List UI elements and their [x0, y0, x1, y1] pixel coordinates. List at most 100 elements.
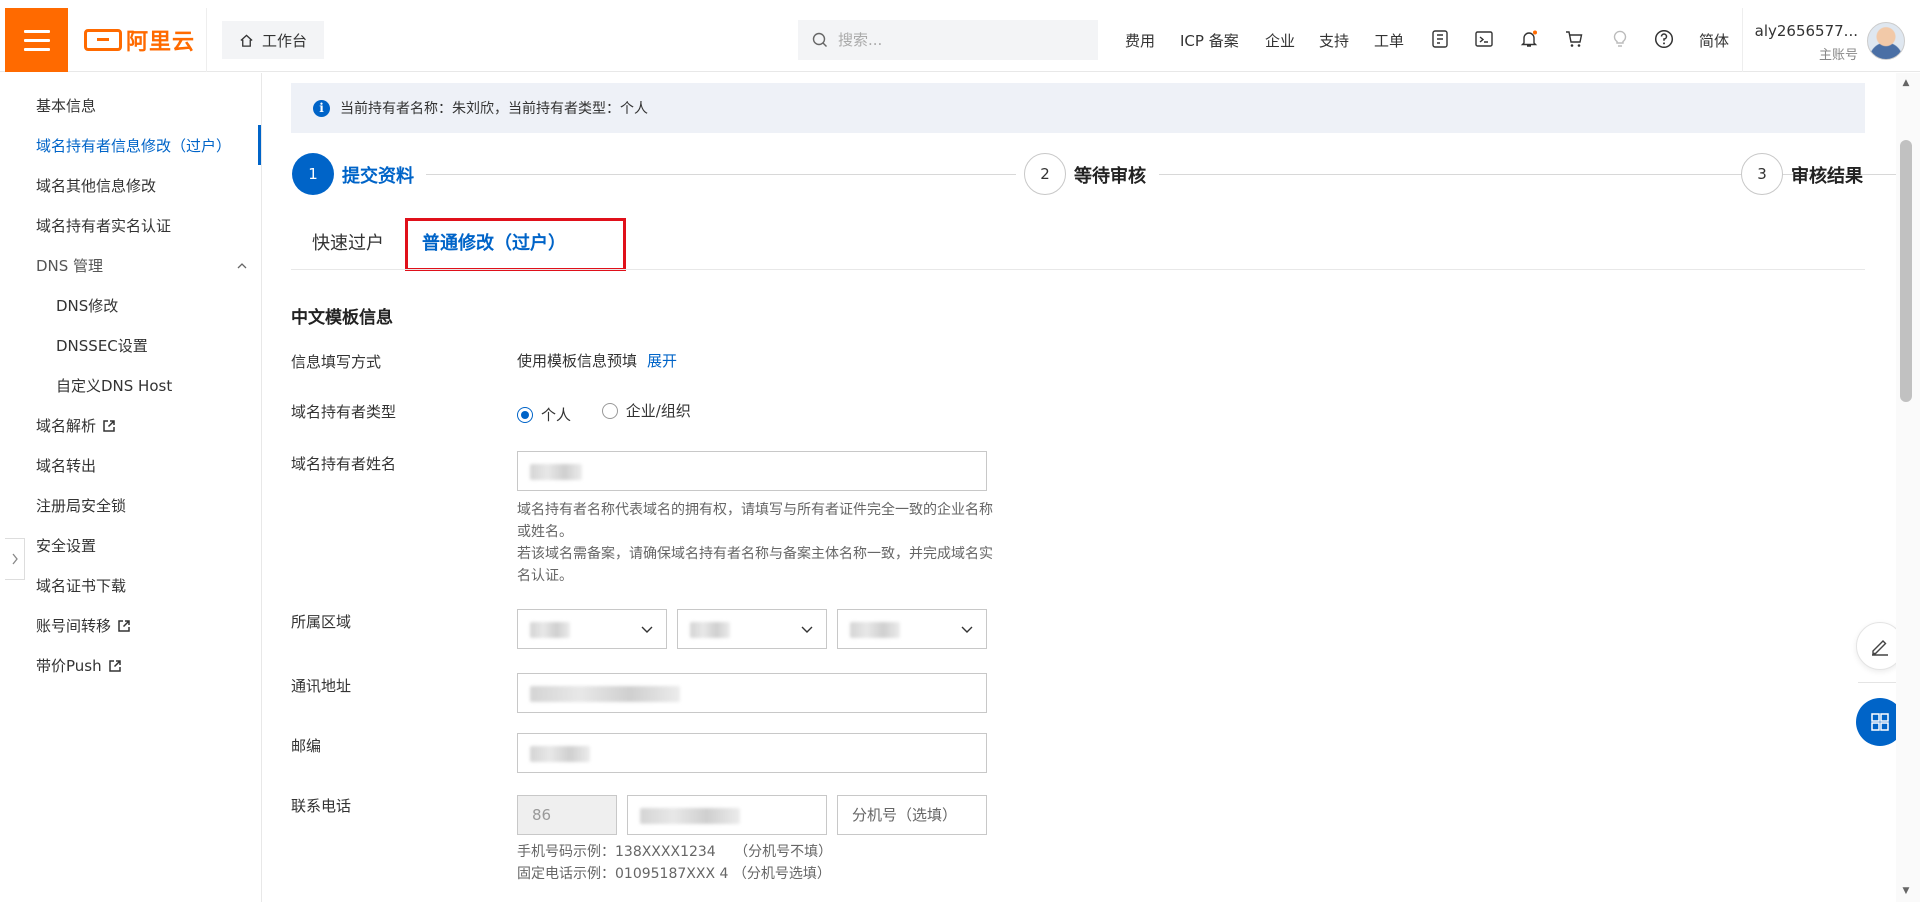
holder-name-label: 域名持有者姓名: [291, 455, 397, 473]
sidebar-item-dns-modify[interactable]: DNS修改: [56, 295, 118, 316]
menu-toggle-button[interactable]: [5, 8, 68, 72]
redacted-value: [850, 622, 900, 638]
redacted-value: [640, 808, 740, 824]
radio-label: 个人: [541, 406, 572, 424]
sidebar-item-label: 带价Push: [36, 657, 102, 675]
holder-name-input[interactable]: [517, 451, 987, 491]
notification-bell-icon[interactable]: [1518, 28, 1540, 50]
terminal-icon[interactable]: [1473, 28, 1495, 50]
sidebar: 基本信息 域名持有者信息修改（过户） 域名其他信息修改 域名持有者实名认证 DN…: [0, 73, 262, 902]
aliyun-logo[interactable]: 阿里云: [84, 24, 195, 56]
phone-label: 联系电话: [291, 797, 352, 815]
chevron-right-icon: [11, 553, 18, 565]
fill-method-value: 使用模板信息预填 展开: [517, 350, 677, 371]
scroll-down-icon[interactable]: ▼: [1900, 886, 1912, 896]
sidebar-item-label: 注册局安全锁: [36, 497, 127, 515]
city-select[interactable]: [677, 609, 827, 649]
district-select[interactable]: [837, 609, 987, 649]
sidebar-item-dnssec[interactable]: DNSSEC设置: [56, 335, 148, 356]
step-1-label: 提交资料: [342, 166, 414, 187]
extension-input[interactable]: [837, 795, 987, 835]
sidebar-item-label: DNS 管理: [36, 257, 104, 275]
tab-quick-transfer[interactable]: 快速过户: [312, 229, 384, 255]
redacted-value: [690, 622, 730, 638]
step-3-indicator: 3: [1741, 153, 1783, 195]
redacted-value: [530, 686, 680, 702]
sidebar-item-label: DNSSEC设置: [56, 337, 148, 355]
help-icon[interactable]: [1653, 28, 1675, 50]
nav-link-ticket[interactable]: 工单: [1374, 30, 1404, 51]
postcode-input[interactable]: [517, 733, 987, 773]
sidebar-group-dns[interactable]: DNS 管理: [36, 255, 248, 276]
province-select[interactable]: [517, 609, 667, 649]
logo-text: 阿里云: [126, 30, 196, 55]
help-text: 域名持有者名称代表域名的拥有权，请填写与所有者证件完全一致的企业名称或姓名。: [517, 502, 993, 540]
radio-unchecked-icon: [601, 402, 618, 419]
radio-individual[interactable]: 个人: [517, 404, 571, 425]
nav-link-enterprise[interactable]: 企业: [1265, 30, 1295, 51]
scroll-up-icon[interactable]: ▲: [1900, 78, 1912, 88]
language-switch[interactable]: 简体: [1699, 30, 1729, 51]
edit-pen-icon: [1872, 640, 1888, 656]
tab-divider: [291, 269, 1865, 270]
avatar[interactable]: [1867, 22, 1905, 60]
search-icon: [812, 32, 827, 47]
sidebar-item-transfer-out[interactable]: 域名转出: [36, 455, 96, 476]
external-link-icon: [118, 619, 130, 632]
sidebar-item-security[interactable]: 安全设置: [36, 535, 96, 556]
nav-link-billing[interactable]: 费用: [1125, 30, 1155, 51]
section-title: 中文模板信息: [291, 308, 393, 328]
sidebar-item-other-info[interactable]: 域名其他信息修改: [36, 175, 156, 196]
nav-link-support[interactable]: 支持: [1319, 30, 1349, 51]
sidebar-item-price-push[interactable]: 带价Push: [36, 655, 122, 676]
external-link-icon: [108, 659, 121, 672]
user-account-menu[interactable]: aly2656577... 主账号: [1754, 22, 1858, 63]
step-number: 1: [308, 165, 318, 183]
app-icon[interactable]: [1429, 28, 1451, 50]
address-label: 通讯地址: [291, 677, 352, 695]
sidebar-item-label: DNS修改: [56, 297, 119, 315]
search-input[interactable]: [838, 31, 1078, 49]
cart-icon[interactable]: [1563, 28, 1585, 50]
step-2-label: 等待审核: [1074, 166, 1146, 187]
holder-name-help: 域名持有者名称代表域名的拥有权，请填写与所有者证件完全一致的企业名称或姓名。 若…: [517, 499, 997, 587]
sidebar-item-label: 域名证书下载: [36, 577, 127, 595]
sidebar-item-label: 域名持有者信息修改（过户）: [36, 137, 232, 155]
grid-icon: [1871, 713, 1889, 731]
sidebar-item-label: 域名转出: [36, 457, 97, 475]
nav-link-icp[interactable]: ICP 备案: [1180, 30, 1239, 51]
sidebar-item-label: 自定义DNS Host: [56, 377, 173, 395]
sidebar-item-label: 安全设置: [36, 537, 97, 555]
postcode-label: 邮编: [291, 737, 322, 755]
sidebar-item-basic-info[interactable]: 基本信息: [36, 95, 96, 116]
global-search[interactable]: [798, 20, 1098, 60]
sidebar-item-dns-resolve[interactable]: 域名解析: [36, 415, 116, 436]
lightbulb-icon[interactable]: [1609, 28, 1631, 50]
sidebar-item-custom-dns-host[interactable]: 自定义DNS Host: [56, 375, 172, 396]
radio-checked-icon: [517, 406, 533, 423]
sidebar-item-registry-lock[interactable]: 注册局安全锁: [36, 495, 126, 516]
scrollbar-thumb[interactable]: [1900, 140, 1912, 402]
external-link-icon: [103, 419, 115, 432]
radio-enterprise[interactable]: 企业/组织: [601, 400, 691, 421]
chevron-down-icon: [961, 626, 973, 633]
phone-number-input[interactable]: [627, 795, 827, 835]
workbench-button[interactable]: 工作台: [222, 21, 324, 59]
workbench-label: 工作台: [261, 31, 307, 50]
sidebar-collapse-toggle[interactable]: [5, 538, 25, 580]
expand-link[interactable]: 展开: [647, 352, 677, 370]
redacted-value: [530, 464, 582, 480]
sidebar-item-holder-transfer[interactable]: 域名持有者信息修改（过户）: [36, 135, 231, 156]
fill-method-text: 使用模板信息预填: [517, 352, 638, 370]
address-input[interactable]: [517, 673, 987, 713]
top-navigation-bar: 阿里云 工作台 费用 ICP 备案 企业 支持 工单: [0, 0, 1920, 72]
extension-field[interactable]: [838, 796, 986, 834]
sidebar-item-cert-download[interactable]: 域名证书下载: [36, 575, 126, 596]
phone-examples: 手机号码示例：138XXXX1234 （分机号不填） 固定电话示例：010951…: [517, 841, 997, 885]
help-text: 手机号码示例：138XXXX1234 （分机号不填）: [517, 844, 833, 860]
chevron-down-icon: [801, 626, 813, 633]
sidebar-item-account-transfer[interactable]: 账号间转移: [36, 615, 131, 636]
aliyun-logo-icon: [84, 29, 122, 51]
divider: [1742, 8, 1743, 72]
sidebar-item-realname[interactable]: 域名持有者实名认证: [36, 215, 171, 236]
